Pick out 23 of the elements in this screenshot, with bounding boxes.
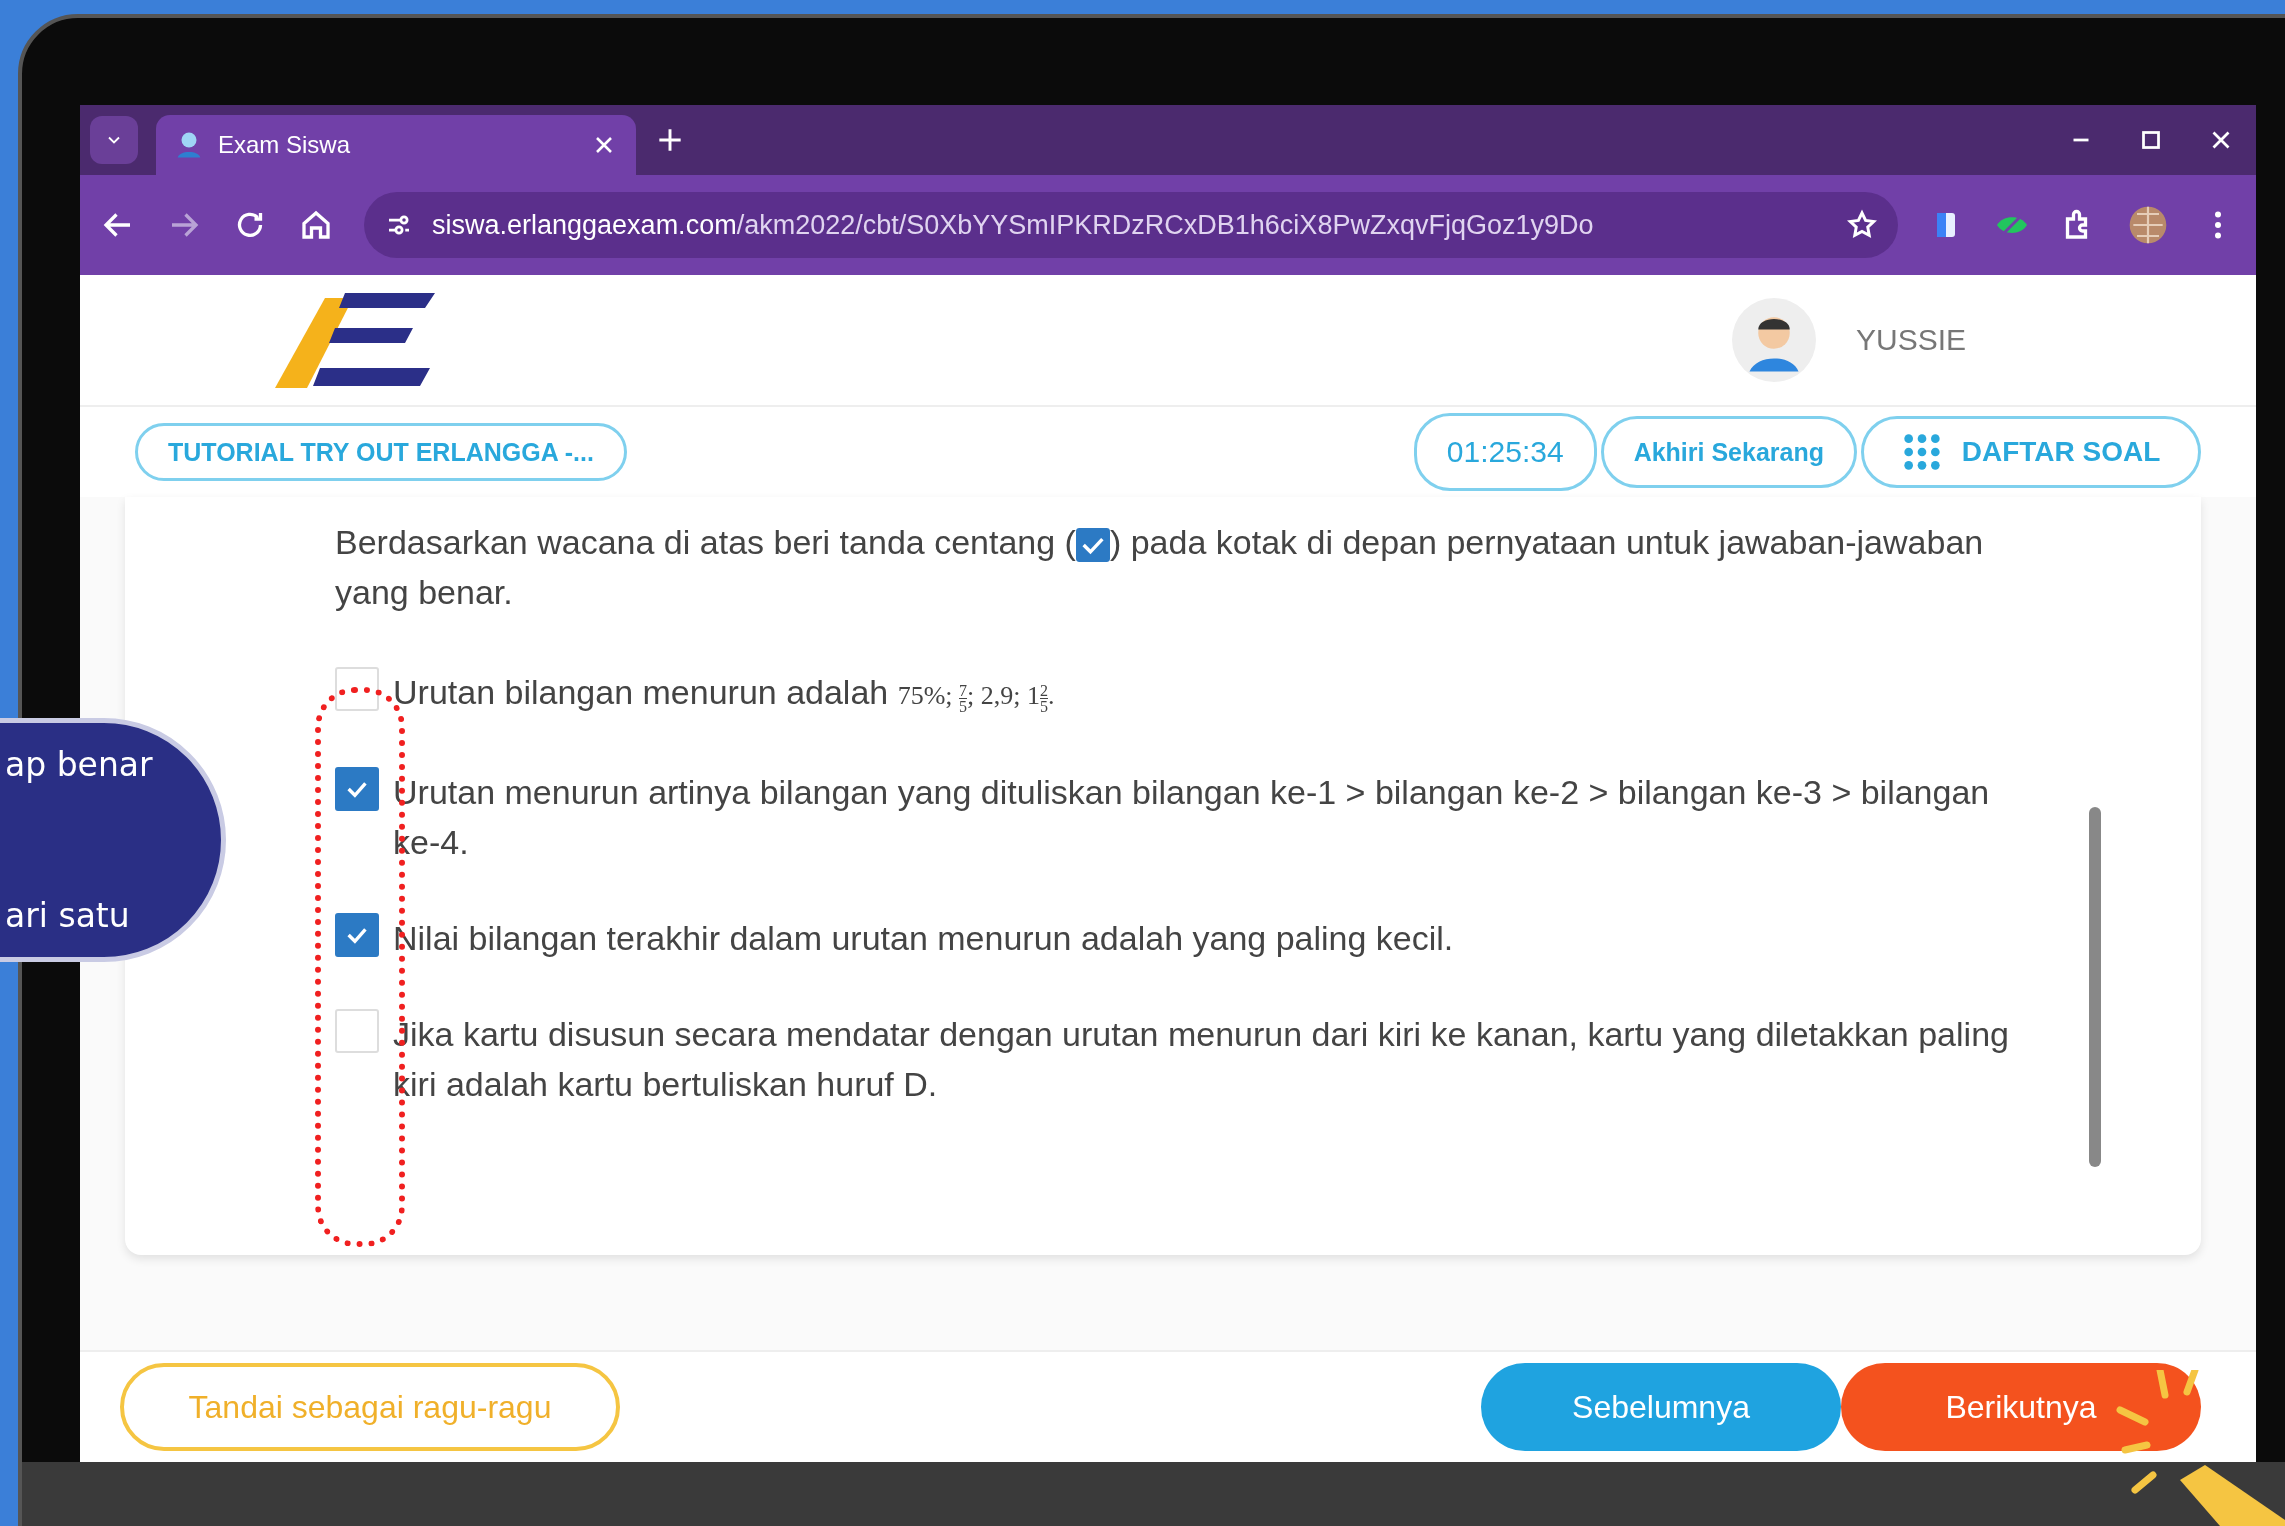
answer-checkbox[interactable] [335,913,379,957]
grid-icon [1901,432,1942,472]
question-prompt: Berdasarkan wacana di atas beri tanda centang ( ) pada kotak di depan pernyataan untuk jawaban-jawaban yang benar. [335,522,1985,613]
exam-title-button[interactable]: TUTORIAL TRY OUT ERLANGGA -... [135,423,627,481]
previous-button[interactable]: Sebelumnya [1481,1363,1841,1451]
avatar-icon [1731,298,1816,382]
checked-box-icon [1075,528,1110,562]
browser-tab[interactable]: Exam Siswa [156,115,636,175]
end-exam-button[interactable]: Akhiri Sekarang [1600,416,1857,488]
next-button[interactable]: Berikutnya [1841,1363,2201,1451]
mark-doubtful-button[interactable]: Tandai sebagai ragu-ragu [120,1363,620,1451]
callout-text: ari satu [5,896,131,935]
countdown-timer: 01:25:34 [1413,413,1597,491]
user-name: YUSSIE [1855,323,1966,357]
answer-option: Jika kartu disusun secara mendatar dengan urutan menurun dari kiri ke kanan, kartu yang diletakkan paling kiri adalah kartu bertuliskan huruf D. [393,1009,2021,1109]
answer-checkbox[interactable] [335,767,379,811]
answer-option: Urutan menurun artinya bilangan yang dituliskan bilangan ke-1 > bilangan ke-2 > bilangan ke-3 > bilangan ke-4. [393,767,2021,867]
answer-option: Nilai bilangan terakhir dalam urutan menurun adalah yang paling kecil. [393,913,1454,963]
scrollbar[interactable] [2089,807,2101,1167]
star-icon[interactable] [1846,209,1878,241]
callout-text: ap benar [5,745,154,784]
address-bar[interactable]: siswa.erlanggaexam.com/akm2022/cbt/S0XbYYSmIPKRDzRCxDB1h6ciX8PwZxqvFjqGoz1y9Do [364,192,1898,258]
question-list-button[interactable]: DAFTAR SOAL [1861,416,2201,488]
